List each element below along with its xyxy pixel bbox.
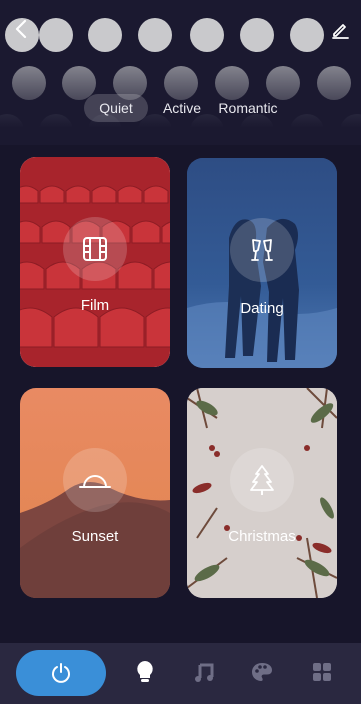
champagne-glasses-icon <box>251 239 273 261</box>
film-icon-circle <box>63 217 127 281</box>
edit-button[interactable] <box>327 16 353 42</box>
light-dot <box>88 18 122 52</box>
bottom-nav <box>0 643 361 704</box>
palette-icon <box>252 663 272 681</box>
sunset-icon-circle <box>63 448 127 512</box>
nav-more-button[interactable] <box>307 657 337 687</box>
tree-icon-circle <box>230 448 294 512</box>
nav-music-button[interactable] <box>189 657 219 687</box>
grid-icon <box>313 663 331 681</box>
light-dot <box>39 18 73 52</box>
light-dot <box>290 18 324 52</box>
tab-romantic[interactable]: Romantic <box>214 94 282 122</box>
champagne-icon-circle <box>230 218 294 282</box>
header-area <box>0 0 361 145</box>
bulb-icon <box>137 661 153 682</box>
tab-active[interactable]: Active <box>154 94 210 122</box>
film-icon <box>83 237 107 261</box>
scene-card-dating[interactable]: Dating <box>187 158 337 368</box>
christmas-tree-icon <box>250 465 274 495</box>
sunset-icon <box>79 475 111 488</box>
nav-color-button[interactable] <box>247 657 277 687</box>
scene-card-sunset[interactable]: Sunset <box>20 388 170 598</box>
scene-tabs: Quiet Active Romantic <box>0 94 361 122</box>
chevron-left-icon <box>15 20 27 38</box>
light-dot <box>190 18 224 52</box>
tab-quiet[interactable]: Quiet <box>84 94 148 122</box>
pencil-edit-icon <box>332 24 349 39</box>
light-dot <box>138 18 172 52</box>
power-button[interactable] <box>16 650 106 696</box>
back-button[interactable] <box>8 16 34 42</box>
scene-card-film[interactable]: Film <box>20 157 170 367</box>
nav-light-button[interactable] <box>130 657 160 687</box>
power-icon <box>52 663 70 683</box>
scene-card-christmas[interactable]: Christmas <box>187 388 337 598</box>
music-icon <box>195 663 214 682</box>
light-dot <box>240 18 274 52</box>
scene-label: Christmas <box>228 528 296 545</box>
scene-label: Dating <box>240 300 284 317</box>
scene-label: Film <box>80 297 110 314</box>
scene-label: Sunset <box>71 528 119 545</box>
